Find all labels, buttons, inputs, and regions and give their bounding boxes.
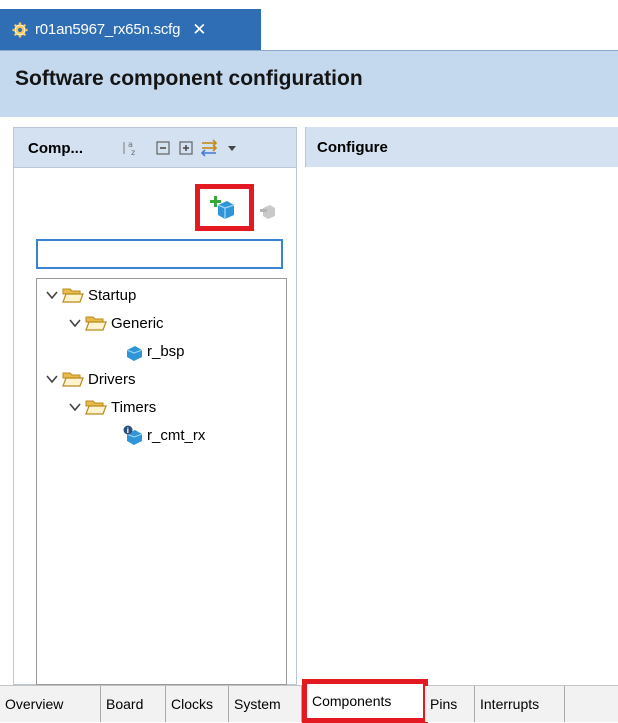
add-component-icon[interactable] (210, 195, 236, 221)
tree-node-label: r_cmt_rx (147, 426, 206, 444)
editor-tab-title: r01an5967_rx65n.scfg (35, 21, 181, 38)
chevron-down-icon[interactable] (45, 372, 59, 386)
svg-text:i: i (127, 427, 129, 435)
configure-panel-title: Configure (317, 139, 388, 156)
panels-area: Comp... a z Startup Generic r_bsp Driver… (0, 117, 618, 685)
tab-overview[interactable]: Overview (0, 686, 101, 722)
component-icon (126, 346, 143, 361)
chevron-down-icon[interactable] (68, 400, 82, 414)
folder-open-icon (62, 372, 84, 387)
components-panel-header: Comp... a z (14, 128, 296, 168)
folder-open-icon (62, 288, 84, 303)
tab-components[interactable]: Components (302, 679, 428, 723)
expand-all-icon[interactable] (177, 139, 195, 157)
chevron-down-icon[interactable] (45, 288, 59, 302)
folder-open-icon (85, 316, 107, 331)
folder-open-icon (85, 400, 107, 415)
collapse-all-icon[interactable] (154, 139, 172, 157)
tab-pins[interactable]: Pins (425, 686, 475, 722)
chevron-down-icon[interactable] (68, 316, 82, 330)
component-filter-input[interactable] (36, 239, 283, 269)
tree-node-label: r_bsp (147, 342, 185, 360)
close-icon[interactable]: ✕ (192, 21, 206, 38)
configure-panel: Configure (305, 127, 618, 685)
page-header: Software component configuration (0, 50, 618, 117)
components-panel: Comp... a z Startup Generic r_bsp Driver… (13, 127, 297, 685)
editor-tab-strip: r01an5967_rx65n.scfg ✕ (0, 0, 618, 50)
component-tree[interactable]: Startup Generic r_bsp Drivers Timers i r_cmt_r… (36, 278, 287, 685)
add-component-highlight (195, 184, 254, 231)
sort-alpha-icon[interactable]: a z (121, 139, 139, 157)
remove-component-icon[interactable] (259, 202, 277, 220)
components-panel-title: Comp... (28, 140, 83, 157)
view-menu-dropdown-icon[interactable] (226, 139, 238, 157)
tree-component-node[interactable]: i r_cmt_rx (123, 423, 205, 447)
svg-text:z: z (131, 148, 135, 157)
component-info-icon: i (123, 425, 143, 445)
tree-folder-node[interactable]: Generic (68, 311, 164, 335)
gear-icon (12, 22, 28, 37)
filter-arrows-icon[interactable] (200, 139, 222, 157)
tab-interrupts[interactable]: Interrupts (475, 686, 565, 722)
tree-folder-node[interactable]: Drivers (45, 367, 136, 391)
tab-board[interactable]: Board (101, 686, 166, 722)
page-tabs: Overview Board Clocks System Components Pins I… (0, 679, 618, 723)
configure-panel-header: Configure (305, 127, 618, 167)
tree-component-node[interactable]: r_bsp (123, 339, 185, 363)
tab-clocks[interactable]: Clocks (166, 686, 229, 722)
tree-node-label: Generic (111, 314, 164, 332)
tree-folder-node[interactable]: Timers (68, 395, 156, 419)
tab-system[interactable]: System (229, 686, 302, 722)
tree-folder-node[interactable]: Startup (45, 283, 136, 307)
editor-tab[interactable]: r01an5967_rx65n.scfg ✕ (0, 9, 261, 50)
tree-node-label: Drivers (88, 370, 136, 388)
tree-node-label: Timers (111, 398, 157, 416)
tree-node-label: Startup (88, 286, 137, 304)
page-title: Software component configuration (15, 67, 363, 90)
